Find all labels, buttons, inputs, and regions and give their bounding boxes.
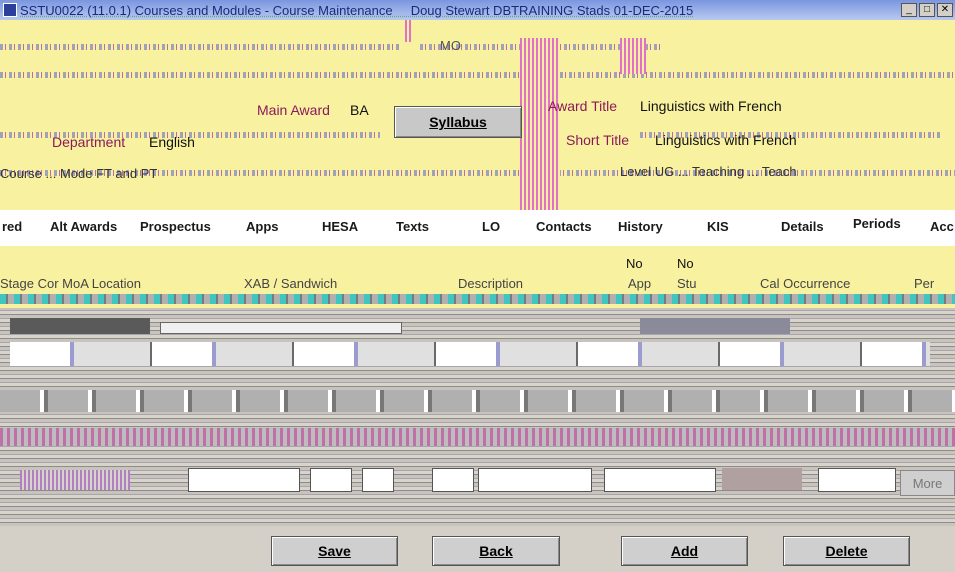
- periods-no-2: No: [677, 256, 694, 271]
- periods-header: No No Stage Cor MoA Location XAB / Sandw…: [0, 246, 955, 308]
- short-title-label: Short Title: [566, 132, 630, 148]
- tab-history[interactable]: History: [618, 219, 663, 234]
- delete-button[interactable]: Delete: [783, 536, 910, 566]
- glitch-block: [0, 428, 955, 446]
- window-title-tail: Doug Stewart DBTRAINING Stads 01-DEC-201…: [410, 2, 694, 18]
- award-title-value[interactable]: Linguistics with French: [640, 98, 782, 114]
- glitch-field: [604, 468, 716, 492]
- course-mode-partial: Course ... Mode FT and PT: [0, 166, 158, 181]
- tab-texts[interactable]: Texts: [396, 219, 429, 234]
- footer-bar: Save Back Add Delete: [0, 526, 955, 572]
- glitch-field: [310, 468, 352, 492]
- more-button[interactable]: More: [900, 470, 955, 496]
- tab-acc[interactable]: Acc: [930, 219, 954, 234]
- periods-grid-corrupted: [0, 308, 955, 526]
- tab-hesa[interactable]: HESA: [322, 219, 358, 234]
- col-xab-sandwich: XAB / Sandwich: [244, 276, 338, 291]
- glitch-block: [640, 318, 790, 334]
- course-code-partial: MO: [440, 38, 461, 53]
- tab-alt-awards[interactable]: Alt Awards: [50, 219, 117, 234]
- tab-red[interactable]: red: [2, 219, 22, 234]
- glitch-field: [188, 468, 300, 492]
- syllabus-button-label: Syllabus: [429, 114, 487, 130]
- tab-prospectus[interactable]: Prospectus: [140, 219, 211, 234]
- window-title: SSTU0022 (11.0.1) Courses and Modules - …: [20, 3, 901, 18]
- restore-icon[interactable]: □: [919, 3, 935, 17]
- department-value[interactable]: English: [149, 134, 195, 150]
- department-label: Department: [52, 134, 126, 150]
- tab-details[interactable]: Details: [781, 219, 824, 234]
- add-button-label: Add: [670, 543, 699, 559]
- glitch-field: [478, 468, 592, 492]
- section-tabs: red Alt Awards Prospectus Apps HESA Text…: [0, 210, 955, 247]
- glitch-band: [0, 72, 520, 78]
- periods-no-1: No: [626, 256, 643, 271]
- glitch-stripe: [405, 20, 411, 42]
- save-button[interactable]: Save: [271, 536, 398, 566]
- short-title-value[interactable]: Linguistics with French: [655, 132, 797, 148]
- save-button-label: Save: [318, 543, 351, 559]
- glitch-block: [10, 318, 150, 334]
- more-button-label: More: [912, 475, 943, 491]
- tab-kis[interactable]: KIS: [707, 219, 729, 234]
- window-title-main: SSTU0022 (11.0.1) Courses and Modules - …: [20, 2, 393, 18]
- glitch-field: [362, 468, 394, 492]
- col-description: Description: [458, 276, 524, 291]
- glitch-block: [160, 322, 402, 334]
- glitch-stripe: [620, 38, 646, 74]
- glitch-band: [0, 294, 955, 304]
- award-title-label: Award Title: [548, 98, 617, 114]
- back-button[interactable]: Back: [432, 536, 560, 566]
- glitch-block: [20, 470, 130, 490]
- glitch-field: [432, 468, 474, 492]
- periods-header-partial: Stage Cor MoA Location: [0, 276, 141, 291]
- col-cal-occurrence: Cal Occurrence: [760, 276, 851, 291]
- glitch-block: [10, 342, 930, 366]
- glitch-block: [722, 468, 802, 490]
- minimize-icon[interactable]: _: [901, 3, 917, 17]
- col-app: App: [628, 276, 652, 291]
- app-icon: [3, 3, 17, 17]
- main-award-value[interactable]: BA: [350, 102, 369, 118]
- tab-periods[interactable]: Periods: [853, 216, 901, 231]
- glitch-field: [818, 468, 896, 492]
- main-award-label: Main Award: [257, 102, 330, 118]
- tab-contacts[interactable]: Contacts: [536, 219, 592, 234]
- col-per: Per: [914, 276, 935, 291]
- add-button[interactable]: Add: [621, 536, 748, 566]
- syllabus-button[interactable]: Syllabus: [394, 106, 522, 138]
- glitch-band: [0, 44, 400, 50]
- col-stu: Stu: [677, 276, 697, 291]
- delete-button-label: Delete: [825, 543, 868, 559]
- back-button-label: Back: [479, 543, 513, 559]
- course-detail-panel: MO Main Award BA Award Title Linguistics…: [0, 20, 955, 210]
- level-teaching-partial: Level UG ... Teaching ... Teach: [620, 164, 797, 179]
- glitch-stripe: [520, 38, 560, 210]
- tab-lo[interactable]: LO: [482, 219, 500, 234]
- glitch-block: [0, 390, 955, 412]
- close-icon[interactable]: ✕: [937, 3, 953, 17]
- window-titlebar: SSTU0022 (11.0.1) Courses and Modules - …: [0, 0, 955, 20]
- tab-apps[interactable]: Apps: [246, 219, 279, 234]
